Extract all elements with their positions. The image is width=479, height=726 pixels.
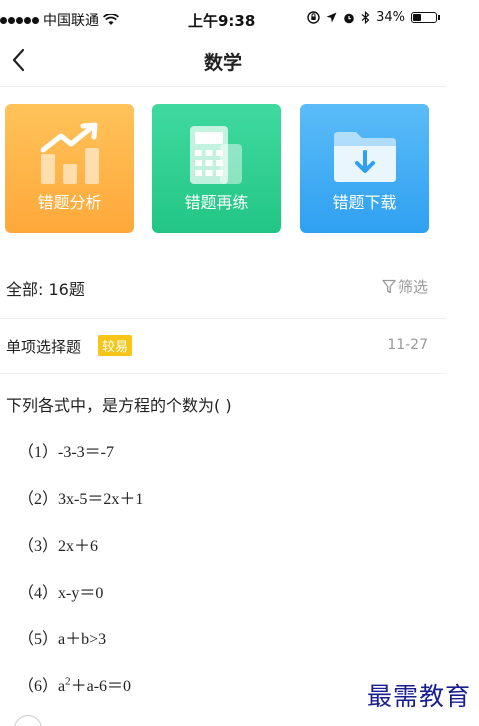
alarm-icon: [344, 13, 354, 23]
battery-tip: [438, 15, 440, 20]
signal-strength-icon: [0, 16, 39, 24]
funnel-icon: [382, 279, 396, 294]
option-5: （5）a＋b>3: [18, 631, 107, 648]
wrong-question-download-card[interactable]: 错题下载: [300, 104, 429, 233]
status-left: 中国联通: [0, 10, 119, 30]
battery-level: [413, 14, 422, 21]
wrong-question-analysis-card[interactable]: 错题分析: [5, 104, 134, 233]
option-6-prefix: （6）a: [18, 678, 66, 695]
wifi-icon: [103, 14, 119, 25]
question-type: 单项选择题: [6, 338, 82, 356]
card-label: 错题下载: [332, 193, 397, 212]
wrong-question-practice-card[interactable]: 错题再练: [152, 104, 281, 233]
location-icon: [326, 12, 337, 23]
bar-chart-trend-icon: [40, 122, 99, 184]
total-count: 全部: 16题: [6, 280, 85, 299]
status-bar: 中国联通 上午9:38 34%: [0, 0, 446, 36]
question-date: 11-27: [387, 337, 428, 353]
orientation-lock-icon: [307, 11, 320, 24]
difficulty-badge: 较易: [98, 335, 133, 356]
folder-download-icon: [334, 132, 396, 182]
option-3: （3）2x＋6: [18, 538, 99, 555]
watermark: 最需教育: [366, 682, 471, 711]
option-6: （6）a2＋a-6＝0: [18, 672, 131, 696]
carrier-label: 中国联通: [43, 13, 99, 29]
filter-button[interactable]: 筛选: [382, 276, 428, 297]
filter-label: 筛选: [397, 278, 428, 296]
status-time: 上午9:38: [188, 12, 256, 30]
card-label: 错题分析: [37, 193, 102, 212]
option-6-suffix: ＋a-6＝0: [70, 678, 132, 695]
page: 中国联通 上午9:38 34% 数学 错题分析 错题再练 错题下载 全部: 16…: [0, 0, 479, 726]
question-header: 单项选择题 较易 11-27: [0, 319, 446, 374]
option-4: （4）x-y＝0: [18, 585, 104, 602]
card-label: 错题再练: [184, 193, 249, 212]
option-1: （1）-3-3＝-7: [18, 444, 114, 461]
bluetooth-icon: [361, 11, 370, 24]
summary-row: 全部: 16题 筛选: [0, 262, 446, 319]
question-stem[interactable]: 下列各式中，是方程的个数为( ): [6, 392, 232, 416]
status-right: 34%: [307, 10, 440, 25]
page-title: 数学: [203, 52, 242, 74]
battery-icon: [411, 12, 437, 23]
option-2: （2）3x-5＝2x＋1: [18, 491, 144, 508]
battery-percent: 34%: [376, 10, 405, 25]
navigation-bar: 数学: [0, 36, 446, 87]
calculator-icon: [190, 126, 242, 184]
answer-circle-icon[interactable]: [14, 715, 42, 726]
